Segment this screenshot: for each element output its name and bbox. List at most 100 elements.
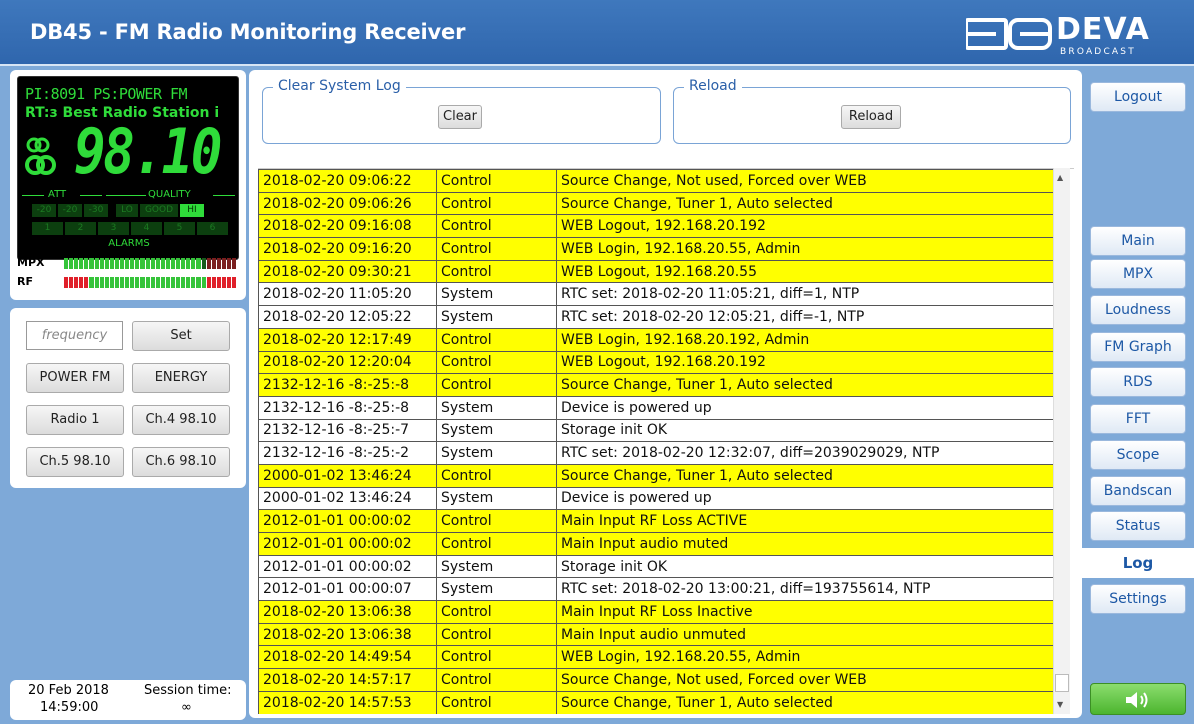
log-time-cell: 2018-02-20 09:16:08 [258,214,437,239]
log-scrollbar[interactable]: ▲ ▼ [1053,168,1070,714]
nav-bandscan[interactable]: Bandscan [1090,476,1186,506]
preset-button[interactable]: Ch.6 98.10 [132,447,230,477]
frequency-readout: 98.10 [74,115,222,188]
app-title: DB45 - FM Radio Monitoring Receiver [30,20,466,44]
log-row: 2132-12-16 -8:-25:-8 Control Source Change… [258,373,1064,397]
meter-segment [216,277,221,288]
meter-segment [135,277,140,288]
meter-segment [145,258,150,269]
log-time-cell: 2018-02-20 13:06:38 [258,622,437,647]
alarm-cell: 2 [65,222,96,235]
meter-segment [201,277,206,288]
meter-segment [74,258,79,269]
meter-segment [191,258,196,269]
log-source-cell: Control [436,509,557,533]
log-time-cell: 2018-02-20 09:06:22 [258,169,437,193]
audio-toggle-button[interactable] [1090,683,1186,715]
meter-segment [120,258,125,269]
log-source-cell: Control [436,690,557,714]
log-row: 2018-02-20 14:57:53 Control Source Change,… [258,690,1064,714]
log-row: 2012-01-01 00:00:02 Control Main Input RF … [258,509,1064,533]
nav-status[interactable]: Status [1090,511,1186,541]
log-source-cell: System [436,577,557,602]
nav-fm-graph[interactable]: FM Graph [1090,332,1186,362]
meter-segment [216,258,221,269]
att-cell: -30 [84,204,108,217]
meter-segment [211,258,216,269]
log-message-cell: RTC set: 2018-02-20 11:05:21, diff=1, NT… [556,282,1064,307]
clear-button[interactable]: Clear [438,105,482,129]
preset-button[interactable]: POWER FM [26,363,124,393]
set-button[interactable]: Set [132,321,230,351]
nav-loudness[interactable]: Loudness [1090,295,1186,325]
preset-panel: frequency Set POWER FM ENERGY Radio 1 Ch… [10,308,246,488]
log-time-cell: 2018-02-20 13:06:38 [258,600,437,624]
log-source-cell: System [436,554,557,579]
quality-cell: LO [116,204,138,217]
alarm-cell: 6 [197,222,228,235]
nav-scope[interactable]: Scope [1090,440,1186,470]
nav-settings[interactable]: Settings [1090,584,1186,614]
log-time-cell: 2000-01-02 13:46:24 [258,463,437,488]
log-message-cell: Main Input audio unmuted [556,622,1064,647]
meter-segment [64,258,69,269]
nav-mpx[interactable]: MPX [1090,259,1186,289]
scroll-down-icon[interactable]: ▼ [1057,700,1063,709]
meter-segment [191,277,196,288]
log-message-cell: Device is powered up [556,486,1064,511]
meter-segment [155,277,160,288]
log-message-cell: Source Change, Tuner 1, Auto selected [556,373,1064,397]
log-source-cell: Control [436,214,557,239]
reload-button[interactable]: Reload [841,105,901,129]
log-table-container[interactable]: 2018-02-20 09:06:22 Control Source Change,… [258,168,1074,714]
meter-segment [155,258,160,269]
db-logo-icon [966,18,1052,50]
logout-button[interactable]: Logout [1090,82,1186,112]
log-row: 2018-02-20 12:17:49 Control WEB Login, 192… [258,327,1064,352]
preset-button[interactable]: ENERGY [132,363,230,393]
att-label: ATT [48,189,67,200]
log-source-cell: System [436,282,557,307]
preset-button[interactable]: Radio 1 [26,405,124,435]
log-source-cell: Control [436,169,557,193]
meter-segment [94,277,99,288]
log-source-cell: Control [436,259,557,284]
meter-segment [109,258,114,269]
log-source-cell: System [436,441,557,465]
meter-segment [206,277,211,288]
meter-segment [181,258,186,269]
frequency-input[interactable]: frequency [26,321,123,350]
meter-segment [201,258,206,269]
log-source-cell: Control [436,532,557,556]
log-message-cell: Main Input RF Loss Inactive [556,600,1064,624]
log-time-cell: 2000-01-02 13:46:24 [258,486,437,511]
meter-segment [130,277,135,288]
alarms-label: ALARMS [108,238,150,249]
log-content: Clear System Log Clear Reload Reload 201… [249,70,1082,718]
log-row: 2000-01-02 13:46:24 System Device is power… [258,486,1064,511]
log-source-cell: Control [436,463,557,488]
log-row: 2012-01-01 00:00:02 System Storage init OK [258,554,1064,579]
scroll-thumb[interactable] [1055,674,1069,692]
preset-button[interactable]: Ch.5 98.10 [26,447,124,477]
log-source-cell: Control [436,327,557,352]
log-time-cell: 2018-02-20 09:16:20 [258,237,437,261]
log-row: 2018-02-20 09:16:20 Control WEB Login, 192… [258,237,1064,261]
nav-log-active[interactable]: Log [1082,548,1194,578]
meter-segment [89,258,94,269]
log-row: 2018-02-20 09:30:21 Control WEB Logout, 19… [258,259,1064,284]
preset-button[interactable]: Ch.4 98.10 [132,405,230,435]
divider [22,195,44,196]
nav-rds[interactable]: RDS [1090,367,1186,397]
scroll-up-icon[interactable]: ▲ [1057,173,1063,182]
clear-log-legend: Clear System Log [273,78,406,94]
log-time-cell: 2018-02-20 11:05:20 [258,282,437,307]
nav-fft[interactable]: FFT [1090,404,1186,434]
session-time-value: ∞ [181,700,192,715]
log-message-cell: Main Input audio muted [556,532,1064,556]
log-source-cell: Control [436,622,557,647]
log-message-cell: Source Change, Not used, Forced over WEB [556,169,1064,193]
nav-main[interactable]: Main [1090,226,1186,256]
meter-segment [140,258,145,269]
meter-segment [79,258,84,269]
